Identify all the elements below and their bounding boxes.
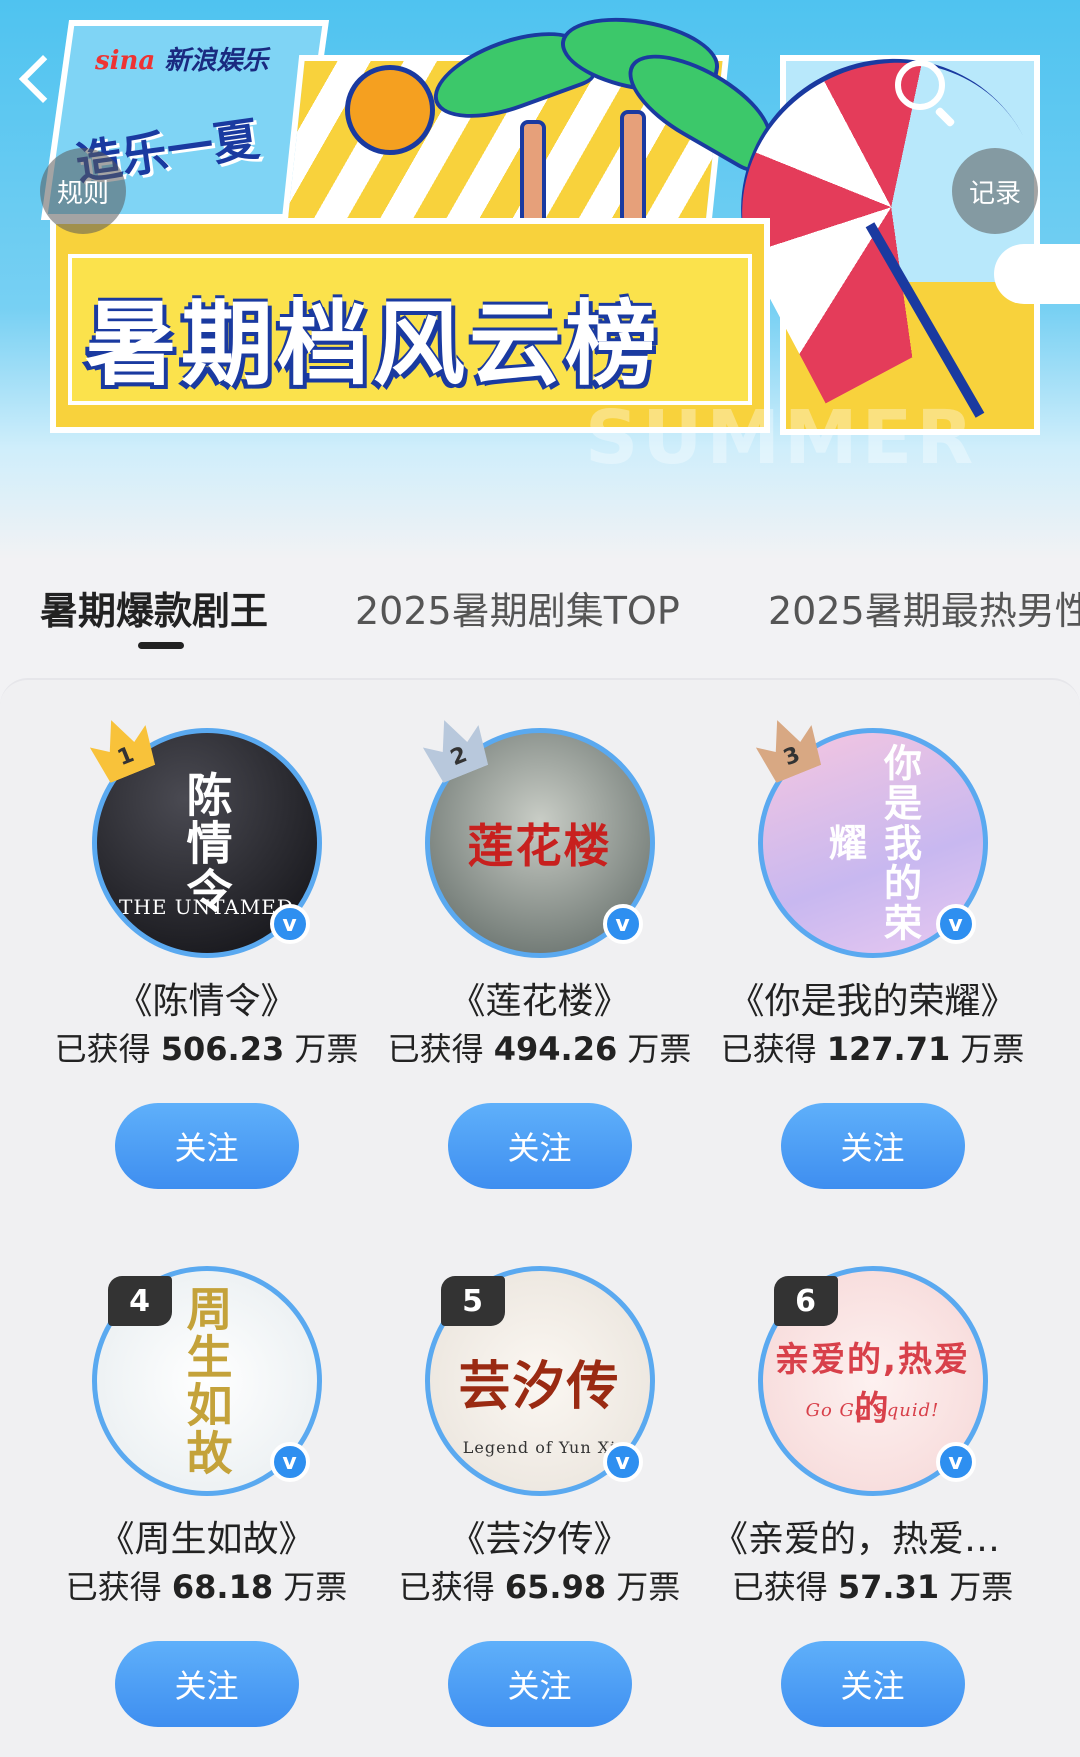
ranking-card: 你是我的荣耀 3 v 《你是我的荣耀》 已获得 127.71 万票 关注 xyxy=(706,700,1039,1220)
verified-badge-icon: v xyxy=(935,904,976,944)
brand-logo: sina 新浪娱乐 xyxy=(95,46,269,76)
verified-badge-icon: v xyxy=(602,1442,643,1482)
rank-badge: 5 xyxy=(440,1276,505,1326)
ranking-card: 周生如故 4 v 《周生如故》 已获得 68.18 万票 关注 xyxy=(40,1238,373,1757)
follow-button[interactable]: 关注 xyxy=(114,1641,299,1727)
page-title: 暑期档风云榜 xyxy=(85,291,662,398)
drama-title: 《周生如故》 xyxy=(98,1519,315,1560)
poster-title: 陈情令 xyxy=(179,771,234,915)
poster-title: 你是我的荣耀 xyxy=(822,743,922,943)
rules-button[interactable]: 规则 xyxy=(40,148,126,234)
sun-illustration xyxy=(345,65,435,155)
record-button[interactable]: 记录 xyxy=(952,148,1038,234)
verified-badge-icon: v xyxy=(602,904,643,944)
verified-badge-icon: v xyxy=(269,1442,310,1482)
vote-count: 已获得 57.31 万票 xyxy=(731,1568,1014,1606)
drama-title: 《陈情令》 xyxy=(116,981,297,1022)
summer-deco-text: SUMMER xyxy=(585,395,978,481)
vote-count: 已获得 494.26 万票 xyxy=(387,1030,692,1068)
follow-button[interactable]: 关注 xyxy=(780,1103,965,1189)
verified-badge-icon: v xyxy=(935,1442,976,1482)
active-tab-indicator xyxy=(138,642,184,649)
rank-badge: 6 xyxy=(773,1276,838,1326)
ranking-card: 亲爱的,热爱的 Go Go Squid! 6 v 《亲爱的，热爱的》 已获得 5… xyxy=(706,1238,1039,1757)
vote-count: 已获得 506.23 万票 xyxy=(54,1030,359,1068)
follow-button[interactable]: 关注 xyxy=(447,1641,632,1727)
poster-title: 芸汐传 xyxy=(458,1356,621,1417)
follow-button[interactable]: 关注 xyxy=(447,1103,632,1189)
poster-subtitle: Go Go Squid! xyxy=(805,1400,940,1421)
side-tab[interactable] xyxy=(994,244,1080,304)
tab-summer-drama-top[interactable]: 2025暑期剧集TOP xyxy=(355,580,680,635)
vote-count: 已获得 65.98 万票 xyxy=(398,1568,681,1606)
poster-title: 周生如故 xyxy=(179,1285,234,1477)
verified-badge-icon: v xyxy=(269,904,310,944)
ranking-card: 陈情令 THE UNTAMED 1 v 《陈情令》 已获得 506.23 万票 … xyxy=(40,700,373,1220)
drama-title: 《亲爱的，热爱的》 xyxy=(712,1519,1037,1560)
drama-title: 《你是我的荣耀》 xyxy=(728,981,1017,1022)
drama-title: 《芸汐传》 xyxy=(449,1519,630,1560)
vote-count: 已获得 68.18 万票 xyxy=(65,1568,348,1606)
vote-count: 已获得 127.71 万票 xyxy=(720,1030,1025,1068)
follow-button[interactable]: 关注 xyxy=(780,1641,965,1727)
rank-badge: 4 xyxy=(107,1276,172,1326)
tab-summer-drama-king[interactable]: 暑期爆款剧王 xyxy=(40,580,268,635)
ranking-card: 莲花楼 2 v 《莲花楼》 已获得 494.26 万票 关注 xyxy=(373,700,706,1220)
search-icon[interactable] xyxy=(895,60,945,110)
poster-title: 莲花楼 xyxy=(467,819,612,873)
tab-hottest-male[interactable]: 2025暑期最热男性 xyxy=(768,580,1080,635)
category-tabs: 暑期爆款剧王 2025暑期剧集TOP 2025暑期最热男性 xyxy=(0,570,1080,650)
hero-banner: sina 新浪娱乐 造乐一夏 暑期档风云榜 SUMMER 规则 记录 xyxy=(0,0,1080,560)
drama-title: 《莲花楼》 xyxy=(449,981,630,1022)
ranking-card: 芸汐传 Legend of Yun Xi 5 v 《芸汐传》 已获得 65.98… xyxy=(373,1238,706,1757)
follow-button[interactable]: 关注 xyxy=(114,1103,299,1189)
